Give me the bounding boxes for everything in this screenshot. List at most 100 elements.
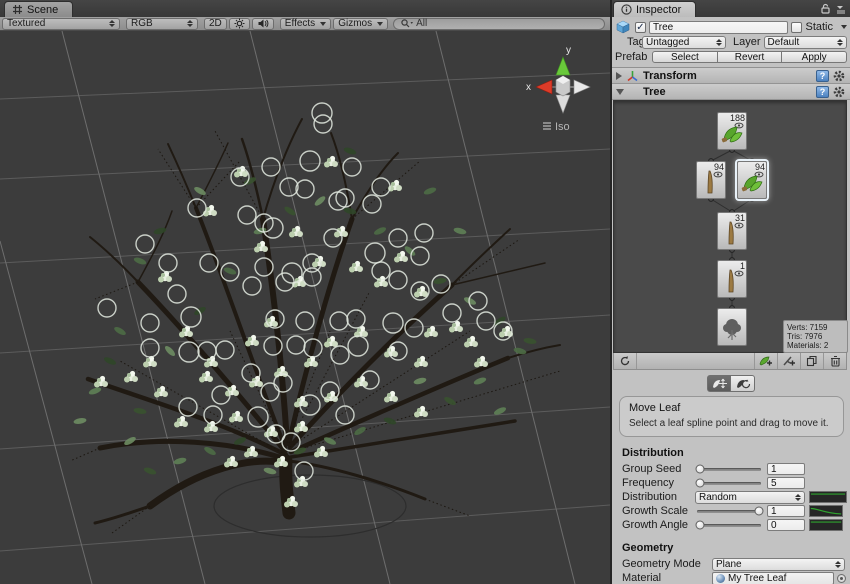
gameobject-name-field[interactable]: Tree	[649, 21, 788, 34]
inspector-panel: Inspector	[612, 0, 850, 584]
scene-toolbar: Textured RGB 2D	[0, 17, 610, 31]
node-branch-group-31[interactable]: 31	[717, 212, 747, 250]
tag-dropdown[interactable]: Untagged	[642, 36, 726, 49]
tool-title: Move Leaf	[629, 402, 834, 414]
leaf-node-icon	[740, 171, 764, 193]
trash-icon	[830, 355, 841, 367]
material-row: Material My Tree Leaf	[622, 571, 848, 584]
mesh-stats-box: Verts: 7159 Tris: 7976 Materials: 2	[783, 320, 848, 353]
move-leaf-icon	[711, 377, 727, 390]
prefab-select-button[interactable]: Select	[652, 51, 718, 63]
material-object-field[interactable]: My Tree Leaf	[712, 572, 834, 584]
tool-hint: Select a leaf spline point and drag to m…	[629, 418, 834, 429]
node-tree-root[interactable]	[717, 308, 747, 346]
node-leaf-group-top[interactable]: 188	[717, 112, 747, 150]
add-branch-icon	[782, 355, 796, 367]
geometry-header: Geometry	[622, 542, 848, 554]
updown-icon	[187, 20, 193, 27]
tree-node-editor[interactable]: 188 94 94	[613, 100, 847, 353]
scene-view-panel: Scene Textured RGB 2D	[0, 0, 610, 584]
object-picker-button[interactable]	[837, 574, 846, 583]
branch-node-icon	[704, 169, 718, 195]
shading-mode-dropdown[interactable]: Textured	[2, 18, 120, 30]
gizmos-dropdown[interactable]: Gizmos	[333, 18, 388, 30]
add-branch-group-button[interactable]	[778, 353, 800, 369]
gear-icon[interactable]	[833, 86, 846, 98]
distribution-mode-dropdown[interactable]: Random	[695, 491, 805, 504]
audio-toggle-button[interactable]	[252, 18, 274, 30]
node-leaf-group-selected[interactable]: 94	[737, 161, 767, 199]
group-seed-value-field[interactable]: 1	[767, 463, 805, 475]
delete-node-button[interactable]	[824, 353, 846, 369]
add-leaf-group-button[interactable]	[755, 353, 777, 369]
help-icon[interactable]: ?	[816, 70, 829, 82]
leaf-node-icon	[720, 122, 744, 144]
frequency-slider[interactable]	[695, 477, 763, 489]
growth-scale-curve-field[interactable]	[809, 505, 843, 517]
effects-dropdown[interactable]: Effects	[280, 18, 331, 30]
foldout-expanded-icon[interactable]	[616, 89, 624, 95]
tab-inspector[interactable]: Inspector	[613, 1, 696, 17]
transform-icon	[626, 70, 639, 82]
prefab-revert-button[interactable]: Revert	[718, 51, 783, 63]
branch-node-icon	[725, 268, 739, 294]
node-branch-group-1[interactable]: 1	[717, 260, 747, 298]
2d-toggle-button[interactable]: 2D	[204, 18, 227, 30]
move-leaf-tool-button[interactable]	[707, 375, 731, 392]
tree-title: Tree	[643, 86, 812, 98]
lock-icon[interactable]	[821, 3, 830, 14]
sun-icon	[234, 18, 245, 29]
distribution-section: Distribution Group Seed 1 Frequency 5 Di…	[612, 447, 850, 532]
scene-viewport[interactable]: y x Iso	[0, 31, 610, 584]
rotate-leaf-tool-button[interactable]	[731, 375, 755, 392]
lighting-toggle-button[interactable]	[229, 18, 250, 30]
prefab-label: Prefab	[615, 51, 649, 63]
active-checkbox[interactable]: ✓	[635, 22, 646, 33]
search-icon	[400, 18, 414, 29]
foldout-collapsed-icon[interactable]	[616, 72, 622, 80]
gear-icon[interactable]	[833, 70, 846, 82]
gizmos-label: Gizmos	[338, 18, 372, 29]
frequency-value-field[interactable]: 5	[767, 477, 805, 489]
help-icon[interactable]: ?	[816, 86, 829, 98]
channels-value: RGB	[131, 18, 153, 29]
tool-helpbox: Move Leaf Select a leaf spline point and…	[619, 396, 844, 437]
growth-angle-slider[interactable]	[695, 519, 763, 531]
growth-scale-slider[interactable]	[695, 505, 763, 517]
tree-editor-toolbar	[613, 353, 847, 370]
tab-scene[interactable]: Scene	[4, 1, 73, 17]
growth-angle-curve-field[interactable]	[809, 519, 843, 531]
refresh-icon	[619, 355, 631, 367]
leaf-tool-toggle-group	[612, 375, 850, 392]
render-channels-dropdown[interactable]: RGB	[126, 18, 198, 30]
geometry-mode-dropdown[interactable]: Plane	[712, 558, 845, 571]
static-checkbox[interactable]	[791, 22, 802, 33]
transform-component-header[interactable]: Transform ?	[612, 68, 850, 84]
info-icon	[621, 4, 632, 15]
prefab-apply-button[interactable]: Apply	[782, 51, 847, 63]
verts-stat: Verts: 7159	[787, 323, 844, 332]
duplicate-node-button[interactable]	[801, 353, 823, 369]
layer-value: Default	[768, 37, 800, 48]
growth-scale-value-field[interactable]: 1	[767, 505, 805, 517]
scene-tab-label: Scene	[27, 4, 58, 16]
tree-component-header[interactable]: Tree ?	[612, 84, 850, 100]
scene-search-input[interactable]: All	[393, 18, 605, 30]
gizmo-projection-label: Iso	[555, 121, 570, 133]
geometry-mode-value: Plane	[716, 559, 742, 570]
refresh-button[interactable]	[614, 353, 636, 369]
layer-dropdown[interactable]: Default	[764, 36, 847, 49]
growth-angle-value-field[interactable]: 0	[767, 519, 805, 531]
group-seed-slider[interactable]	[695, 463, 763, 475]
static-dropdown-caret[interactable]	[841, 25, 847, 29]
effects-label: Effects	[285, 18, 315, 29]
gameobject-cube-icon[interactable]	[615, 20, 632, 35]
context-menu-icon[interactable]	[836, 3, 846, 14]
node-branch-group-94[interactable]: 94	[696, 161, 726, 199]
growth-angle-label: Growth Angle	[622, 519, 695, 531]
distribution-mode-label: Distribution	[622, 491, 695, 503]
scene-tabstrip: Scene	[0, 0, 610, 17]
gizmo-y-label: y	[566, 45, 571, 56]
transform-title: Transform	[643, 70, 812, 82]
distribution-curve-field[interactable]	[809, 491, 847, 503]
